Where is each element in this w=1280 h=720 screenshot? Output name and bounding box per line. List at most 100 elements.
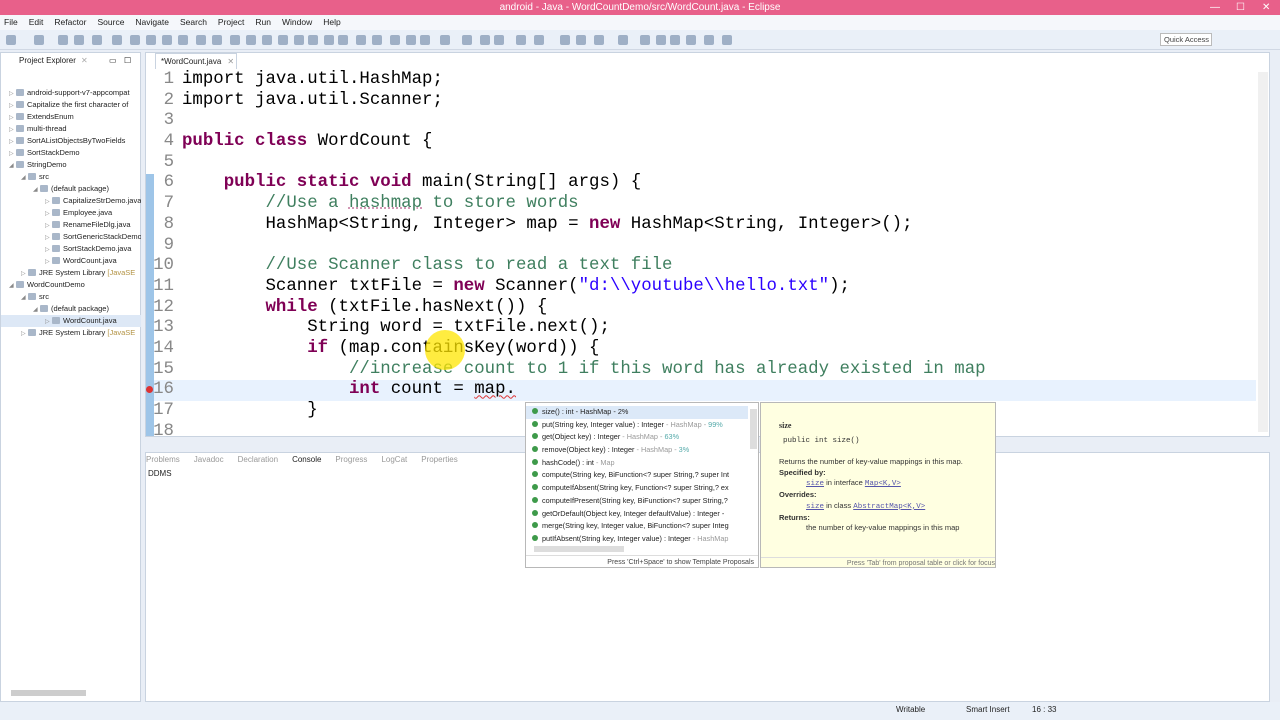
proposal-item[interactable]: hashCode() : int - Map — [526, 457, 748, 470]
proposal-item[interactable]: put(String key, Integer value) : Integer… — [526, 419, 748, 432]
code-line[interactable] — [182, 111, 986, 132]
maximize-button[interactable]: ☐ — [1236, 0, 1245, 15]
quick-access-input[interactable]: Quick Access — [1160, 33, 1212, 46]
tree-item[interactable]: ▷ SortGenericStackDemo — [1, 231, 141, 243]
tree-item[interactable]: ▷ SortStackDemo.java — [1, 243, 141, 255]
tree-item[interactable]: ▷ CapitalizeStrDemo.java — [1, 195, 141, 207]
expand-icon[interactable]: ◢ — [33, 304, 40, 315]
toolbar-button-icon[interactable] — [112, 35, 122, 45]
menu-navigate[interactable]: Navigate — [135, 15, 169, 30]
menu-file[interactable]: File — [4, 15, 18, 30]
menu-source[interactable]: Source — [97, 15, 124, 30]
tree-item[interactable]: ◢ src — [1, 171, 141, 183]
tab-problems[interactable]: Problems — [146, 453, 180, 467]
code-line[interactable]: import java.util.Scanner; — [182, 91, 986, 112]
expand-icon[interactable]: ▷ — [21, 268, 28, 279]
tree-item[interactable]: ◢ src — [1, 291, 141, 303]
toolbar-button-icon[interactable] — [594, 35, 604, 45]
toolbar-button-icon[interactable] — [640, 35, 650, 45]
tree-item[interactable]: ◢ (default package) — [1, 303, 141, 315]
proposal-scrollbar[interactable] — [750, 409, 757, 449]
code-line[interactable] — [182, 153, 986, 174]
tree-item[interactable]: ▷ SortAListObjectsByTwoFields — [1, 135, 141, 147]
toolbar-button-icon[interactable] — [6, 35, 16, 45]
close-button[interactable]: ✕ — [1262, 0, 1270, 15]
tree-item[interactable]: ▷ Capitalize the first character of — [1, 99, 141, 111]
tab-logcat[interactable]: LogCat — [381, 453, 407, 467]
toolbar-button-icon[interactable] — [618, 35, 628, 45]
toolbar-button-icon[interactable] — [212, 35, 222, 45]
proposal-item[interactable]: get(Object key) : Integer - HashMap - 63… — [526, 431, 748, 444]
menu-window[interactable]: Window — [282, 15, 312, 30]
tree-item[interactable]: ▷ android-support-v7-appcompat — [1, 87, 141, 99]
expand-icon[interactable]: ▷ — [45, 232, 52, 243]
toolbar-button-icon[interactable] — [74, 35, 84, 45]
toolbar-button-icon[interactable] — [34, 35, 44, 45]
code-line[interactable]: if (map.containsKey(word)) { — [182, 339, 986, 360]
proposal-item[interactable]: size() : int - HashMap - 2% — [526, 406, 748, 419]
expand-icon[interactable]: ▷ — [45, 220, 52, 231]
expand-icon[interactable]: ▷ — [9, 148, 16, 159]
toolbar-button-icon[interactable] — [656, 35, 666, 45]
code-line[interactable]: public static void main(String[] args) { — [182, 173, 986, 194]
project-explorer-tab[interactable]: Project Explorer ✕ ▭ ☐ — [1, 53, 140, 69]
vertical-scrollbar[interactable] — [1258, 72, 1268, 432]
minimize-icon[interactable]: ▭ — [109, 53, 117, 69]
toolbar-button-icon[interactable] — [372, 35, 382, 45]
proposal-item[interactable]: compute(String key, BiFunction<? super S… — [526, 469, 748, 482]
toolbar-button-icon[interactable] — [278, 35, 288, 45]
tree-item[interactable]: ▷ ExtendsEnum — [1, 111, 141, 123]
expand-icon[interactable]: ▷ — [9, 112, 16, 123]
expand-icon[interactable]: ◢ — [21, 292, 28, 303]
code-line[interactable]: Scanner txtFile = new Scanner("d:\\youtu… — [182, 277, 986, 298]
menu-refactor[interactable]: Refactor — [54, 15, 86, 30]
menu-run[interactable]: Run — [255, 15, 271, 30]
toolbar-button-icon[interactable] — [58, 35, 68, 45]
tree-item[interactable]: ▷ JRE System Library [JavaSE — [1, 267, 141, 279]
toolbar-button-icon[interactable] — [704, 35, 714, 45]
expand-icon[interactable]: ▷ — [9, 88, 16, 99]
expand-icon[interactable]: ▷ — [9, 136, 16, 147]
tree-item[interactable]: ▷ SortStackDemo — [1, 147, 141, 159]
proposal-item[interactable]: remove(Object key) : Integer - HashMap -… — [526, 444, 748, 457]
toolbar-button-icon[interactable] — [462, 35, 472, 45]
expand-icon[interactable]: ◢ — [9, 280, 16, 291]
toolbar-button-icon[interactable] — [534, 35, 544, 45]
toolbar-button-icon[interactable] — [196, 35, 206, 45]
tree-item[interactable]: ▷ RenameFileDlg.java — [1, 219, 141, 231]
code-line[interactable]: import java.util.HashMap; — [182, 70, 986, 91]
horizontal-scrollbar[interactable] — [11, 690, 86, 696]
tree-item[interactable]: ▷ WordCount.java — [1, 315, 141, 327]
toolbar-button-icon[interactable] — [576, 35, 586, 45]
tree-item[interactable]: ▷ Employee.java — [1, 207, 141, 219]
toolbar-button-icon[interactable] — [162, 35, 172, 45]
toolbar-button-icon[interactable] — [178, 35, 188, 45]
proposal-item[interactable]: putIfAbsent(String key, Integer value) :… — [526, 533, 748, 546]
code-line[interactable] — [182, 236, 986, 257]
tree-item[interactable]: ◢ (default package) — [1, 183, 141, 195]
toolbar-button-icon[interactable] — [356, 35, 366, 45]
expand-icon[interactable]: ▷ — [9, 100, 16, 111]
tree-item[interactable]: ▷ JRE System Library [JavaSE — [1, 327, 141, 339]
expand-icon[interactable]: ◢ — [33, 184, 40, 195]
tab-javadoc[interactable]: Javadoc — [194, 453, 224, 467]
toolbar-button-icon[interactable] — [560, 35, 570, 45]
toolbar-button-icon[interactable] — [420, 35, 430, 45]
toolbar-button-icon[interactable] — [722, 35, 732, 45]
toolbar-button-icon[interactable] — [262, 35, 272, 45]
code-line[interactable]: while (txtFile.hasNext()) { — [182, 298, 986, 319]
code-line[interactable]: //Use a hashmap to store words — [182, 194, 986, 215]
code-line[interactable]: //increase count to 1 if this word has a… — [182, 360, 986, 381]
proposal-item[interactable]: computeIfPresent(String key, BiFunction<… — [526, 495, 748, 508]
menu-search[interactable]: Search — [180, 15, 207, 30]
menu-project[interactable]: Project — [218, 15, 244, 30]
toolbar-button-icon[interactable] — [494, 35, 504, 45]
code-line[interactable]: public class WordCount { — [182, 132, 986, 153]
toolbar-button-icon[interactable] — [92, 35, 102, 45]
toolbar-button-icon[interactable] — [516, 35, 526, 45]
proposal-item[interactable]: merge(String key, Integer value, BiFunct… — [526, 520, 748, 533]
override-link[interactable]: size — [806, 503, 824, 511]
maximize-icon[interactable]: ☐ — [124, 53, 131, 69]
proposal-item[interactable]: computeIfAbsent(String key, Function<? s… — [526, 482, 748, 495]
expand-icon[interactable]: ▷ — [21, 328, 28, 339]
